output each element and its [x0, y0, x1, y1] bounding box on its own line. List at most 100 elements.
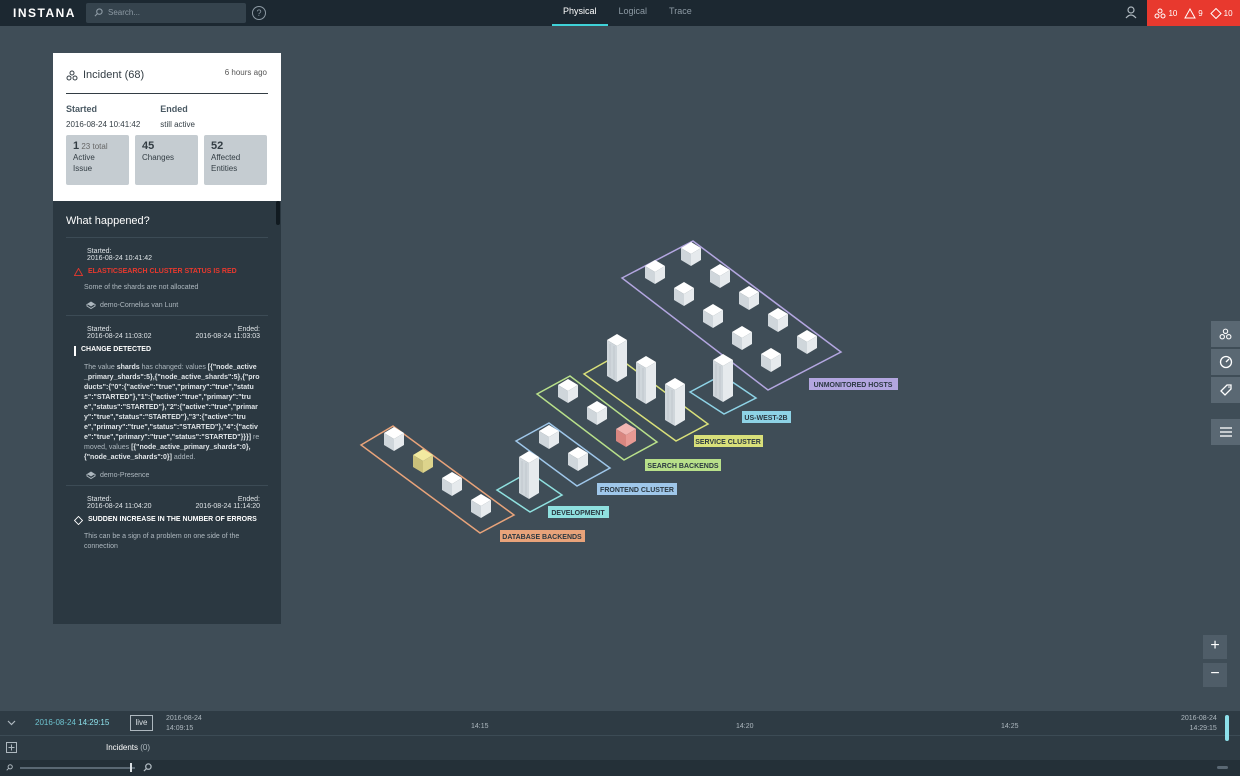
label-development-text: DEVELOPMENT: [551, 510, 605, 517]
started-label: Started:: [87, 326, 112, 333]
zone-unmonitored-hosts-items[interactable]: [645, 242, 817, 372]
stat-active-issue[interactable]: 1 23 total Active Issue: [66, 135, 129, 185]
zoom-in-button[interactable]: +: [1203, 635, 1227, 659]
started-label: Started:: [87, 248, 112, 255]
event-host[interactable]: demo-Presence: [74, 471, 260, 479]
label-service-cluster-text: SERVICE CLUSTER: [695, 439, 761, 446]
top-bar: INSTANA Search... ? Physical Logical Tra…: [0, 0, 1240, 26]
live-button[interactable]: live: [130, 715, 153, 731]
event-time-row: Started:: [74, 248, 260, 255]
event-item[interactable]: Started: 2016-08-24 10:41:42 ELASTICSEAR…: [66, 237, 268, 315]
event-time-row: Started: Ended:: [74, 496, 260, 503]
instana-logo[interactable]: INSTANA: [13, 6, 76, 20]
horizontal-scrollbar[interactable]: [1217, 766, 1228, 769]
stat-label: Active: [73, 153, 95, 162]
started-value: 2016-08-24 10:41:42: [66, 120, 141, 129]
incidents-side-button[interactable]: [1211, 321, 1240, 347]
started-value: 2016-08-24 11:04:20: [87, 503, 152, 510]
view-tabs: Physical Logical Trace: [552, 0, 703, 26]
label-service-cluster[interactable]: SERVICE CLUSTER: [694, 435, 763, 447]
zone-database-backends[interactable]: [359, 425, 516, 534]
incident-timing: Started 2016-08-24 10:41:42 Ended still ac…: [66, 104, 268, 129]
alerts-summary[interactable]: 10 9 10: [1147, 0, 1240, 26]
zoom-in-search-icon[interactable]: [143, 763, 152, 772]
label-search-backends-text: SEARCH BACKENDS: [647, 463, 719, 470]
label-development[interactable]: DEVELOPMENT: [548, 506, 609, 518]
label-frontend-cluster[interactable]: FRONTEND CLUSTER: [597, 483, 677, 495]
zoom-slider-track[interactable]: [20, 767, 135, 769]
event-description: This can be a sign of a problem on one s…: [84, 533, 240, 550]
event-title-row: ELASTICSEARCH CLUSTER STATUS IS RED: [74, 268, 260, 276]
event-host[interactable]: demo-Cornelius van Lunt: [74, 301, 260, 309]
stat-number: 1: [73, 140, 80, 152]
incident-header: Incident (68) 6 hours ago Started 2016-08…: [53, 53, 281, 201]
search-placeholder: Search...: [108, 8, 141, 17]
issue-count: 9: [1198, 8, 1203, 18]
tab-logical[interactable]: Logical: [608, 0, 659, 26]
user-icon[interactable]: [1124, 5, 1138, 19]
label-unmonitored-hosts[interactable]: UNMONITORED HOSTS: [809, 378, 898, 390]
scrollbar[interactable]: [276, 201, 280, 225]
label-us-west-2b-text: US-WEST-2B: [744, 415, 787, 422]
menu-side-button[interactable]: [1211, 419, 1240, 445]
ended-value: 2016-08-24 11:03:03: [195, 333, 260, 340]
started-label: Started:: [87, 496, 112, 503]
event-host-name: demo-Presence: [100, 471, 150, 479]
incident-count: 10: [1168, 8, 1178, 18]
event-host-name: demo-Cornelius van Lunt: [100, 301, 179, 309]
event-time-values: 2016-08-24 11:04:20 2016-08-24 11:14:20: [74, 503, 260, 510]
stat-changes[interactable]: 45 Changes: [135, 135, 198, 185]
tick-label: 14:20: [736, 723, 754, 730]
tag-icon: [1219, 384, 1232, 396]
gauge-icon: [1219, 355, 1232, 369]
label-search-backends[interactable]: SEARCH BACKENDS: [645, 459, 721, 471]
incident-icon: [66, 70, 78, 80]
timeline-start: 2016-08-24 14:09:15: [166, 714, 202, 734]
change-icon: [1209, 7, 1222, 19]
search-input[interactable]: Search...: [86, 3, 246, 23]
event-time-values: 2016-08-24 11:03:02 2016-08-24 11:03:03: [74, 333, 260, 340]
help-icon[interactable]: ?: [252, 6, 266, 20]
tag-side-button[interactable]: [1211, 377, 1240, 403]
start-date: 2016-08-24: [166, 715, 202, 722]
label-unmonitored-hosts-text: UNMONITORED HOSTS: [814, 382, 893, 389]
stat-number: 52: [211, 140, 224, 152]
tick-label: 14:15: [471, 723, 489, 730]
ended-label: Ended:: [237, 496, 260, 503]
chevron-down-icon[interactable]: [7, 720, 16, 726]
event-item[interactable]: Started: Ended: 2016-08-24 11:04:20 2016-0…: [66, 485, 268, 558]
search-icon: [94, 8, 103, 17]
divider: [66, 93, 268, 94]
warning-icon: [74, 268, 83, 276]
label-database-backends[interactable]: DATABASE BACKENDS: [500, 530, 585, 542]
event-title-row: CHANGE DETECTED: [74, 346, 260, 356]
stat-label-2: Issue: [73, 164, 93, 173]
add-icon[interactable]: [6, 742, 17, 753]
desc-prefix: The value: [84, 364, 117, 371]
what-happened-section[interactable]: What happened? Started: 2016-08-24 10:41…: [53, 201, 281, 558]
event-title: CHANGE DETECTED: [81, 346, 152, 353]
current-time[interactable]: 2016-08-24 14:29:15: [35, 718, 109, 727]
tab-physical[interactable]: Physical: [552, 0, 608, 26]
tab-trace[interactable]: Trace: [658, 0, 703, 26]
ended-value: 2016-08-24 11:14:20: [195, 503, 260, 510]
zoom-out-button[interactable]: −: [1203, 663, 1227, 687]
zoom-out-search-icon[interactable]: [6, 764, 13, 771]
event-item[interactable]: Started: Ended: 2016-08-24 11:03:02 2016-0…: [66, 315, 268, 485]
event-description: The value shards has changed: values [{"…: [74, 363, 260, 463]
stat-affected-entities[interactable]: 52 Affected Entities: [204, 135, 267, 185]
incident-icon: [1154, 8, 1166, 18]
event-time-values: 2016-08-24 10:41:42: [74, 255, 260, 262]
gauge-side-button[interactable]: [1211, 349, 1240, 375]
timeline-end: 2016-08-24 14:29:15: [1181, 714, 1217, 734]
label-us-west-2b[interactable]: US-WEST-2B: [742, 411, 791, 423]
change-count: 10: [1223, 8, 1233, 18]
host-icon: [86, 301, 96, 309]
ended-value: still active: [160, 120, 195, 129]
zoom-slider-handle[interactable]: [130, 763, 132, 772]
tick-label: 14:25: [1001, 723, 1019, 730]
incident-stats: 1 23 total Active Issue 45 Changes 52 Affect…: [66, 135, 268, 185]
desc-key: shards: [116, 364, 140, 371]
timeline-bar: 2016-08-24 14:29:15 live 2016-08-24 14:09…: [0, 711, 1240, 776]
ended-label: Ended: [160, 104, 188, 114]
